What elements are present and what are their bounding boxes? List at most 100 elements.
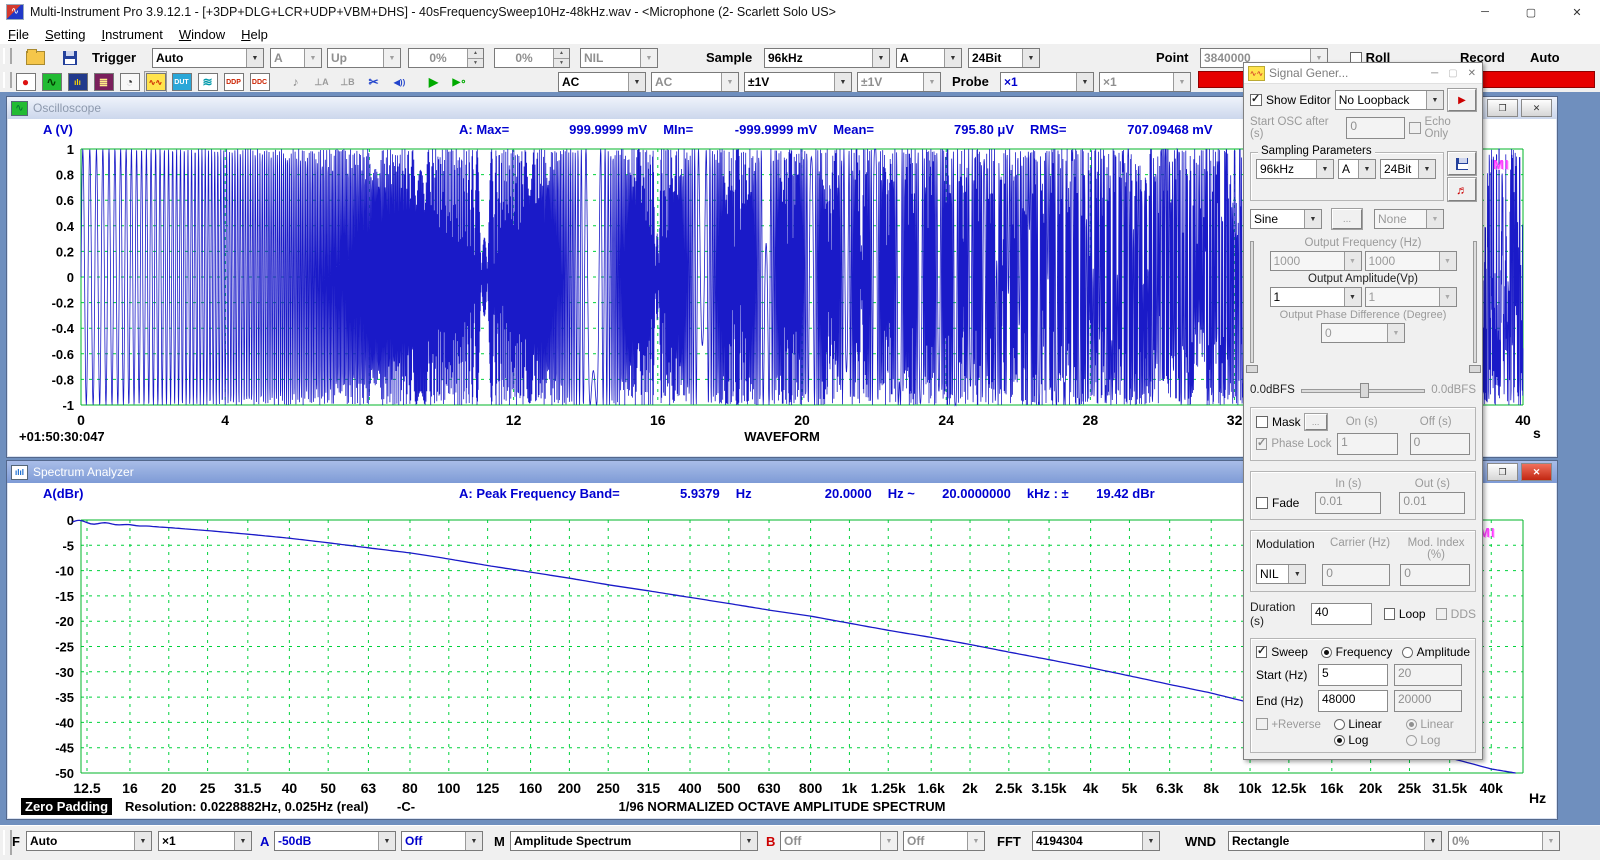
record-icon[interactable]: ● — [14, 71, 37, 93]
dds-checkbox[interactable] — [1436, 608, 1447, 620]
save-file-button[interactable] — [58, 47, 81, 69]
sound-settings-icon[interactable]: ✂ — [362, 71, 385, 93]
microphone-icon[interactable]: ♪ — [284, 71, 307, 93]
device-test-plan-icon[interactable]: DUT — [170, 71, 193, 93]
mask-on-input[interactable]: 1 — [1337, 433, 1397, 455]
a-range-select[interactable]: -50dB▼ — [274, 831, 396, 851]
b-ref-select[interactable]: Off▼ — [903, 831, 985, 851]
scale-linear-b-radio[interactable] — [1406, 719, 1417, 730]
window-fn-select[interactable]: Rectangle▼ — [1228, 831, 1442, 851]
menu-setting[interactable]: Setting — [37, 25, 93, 44]
fade-checkbox[interactable] — [1256, 497, 1268, 509]
sweep-start-a-input[interactable]: 5 — [1318, 664, 1388, 686]
freq-axis-select[interactable]: Auto▼ — [26, 831, 152, 851]
trigger-marker-b-icon[interactable]: ⊥B — [336, 71, 359, 93]
close-window-icon[interactable]: ✕ — [1521, 463, 1552, 481]
play-record-icon[interactable]: ▶∘ — [448, 71, 471, 93]
spectrum-analyzer-icon[interactable]: ılı — [66, 71, 89, 93]
phase-select[interactable]: 0▼ — [1321, 323, 1405, 343]
siggen-channel-select[interactable]: A▼ — [1338, 159, 1376, 179]
close-window-icon[interactable]: ✕ — [1521, 99, 1552, 117]
maximize-button[interactable]: ▢ — [1508, 0, 1554, 24]
amp-a-select[interactable]: 1▼ — [1270, 287, 1362, 307]
siggen-rate-select[interactable]: 96kHz▼ — [1256, 159, 1334, 179]
spin-down-icon[interactable]: ▼ — [467, 58, 483, 68]
modulation-select[interactable]: NIL▼ — [1256, 564, 1306, 584]
balance-slider[interactable] — [1299, 383, 1428, 397]
amplitude-slider-left[interactable] — [1246, 237, 1257, 379]
fade-in-input[interactable]: 0.01 — [1315, 492, 1381, 514]
sweep-start-b-input[interactable]: 20 — [1394, 664, 1462, 686]
waveform-more-button[interactable]: ... — [1332, 209, 1362, 229]
loopback-select[interactable]: No Loopback▼ — [1335, 90, 1444, 110]
sweep-amplitude-radio[interactable] — [1402, 647, 1412, 658]
freq-b-select[interactable]: 1000▼ — [1365, 251, 1457, 271]
spectrum-3d-icon[interactable]: ≋ — [196, 71, 219, 93]
mod-index-input[interactable]: 0 — [1400, 564, 1470, 586]
menu-help[interactable]: Help — [233, 25, 276, 44]
mask-more-button[interactable]: ... — [1305, 414, 1327, 430]
menu-window[interactable]: Window — [171, 25, 233, 44]
trigger-edge-select[interactable]: Up▼ — [327, 48, 401, 68]
duration-input[interactable]: 40 — [1311, 603, 1372, 625]
amp-b-select[interactable]: 1▼ — [1365, 287, 1457, 307]
ddp-viewer-icon[interactable]: DDP — [222, 71, 245, 93]
maximize-icon[interactable]: ▢ — [1448, 68, 1457, 79]
minimize-icon[interactable]: ─ — [1431, 68, 1438, 79]
ddc-viewer-icon[interactable]: DDC — [248, 71, 271, 93]
restore-window-icon[interactable]: ❒ — [1487, 99, 1518, 117]
mask-checkbox[interactable] — [1256, 416, 1268, 428]
b-range-select[interactable]: Off▼ — [780, 831, 898, 851]
toolbar-grip[interactable] — [3, 72, 12, 88]
carrier-input[interactable]: 0 — [1322, 564, 1390, 586]
multimeter-icon[interactable]: ◔ — [118, 71, 141, 93]
toolbar-grip[interactable] — [3, 48, 12, 64]
oscilloscope-icon[interactable]: ∿ — [40, 71, 63, 93]
scale-linear-a-radio[interactable] — [1334, 719, 1345, 730]
probe-a-select[interactable]: ×1▼ — [1000, 72, 1094, 92]
data-logger-icon[interactable]: ≣ — [92, 71, 115, 93]
menu-instrument[interactable]: Instrument — [93, 25, 170, 44]
coupling-a-select[interactable]: AC▼ — [558, 72, 646, 92]
siggen-save-button[interactable] — [1448, 152, 1476, 175]
start-osc-input[interactable]: 0 — [1346, 117, 1404, 139]
x-multiplier-select[interactable]: ×1▼ — [158, 831, 252, 851]
loop-checkbox[interactable] — [1384, 608, 1395, 620]
close-button[interactable]: ✕ — [1554, 0, 1600, 24]
show-editor-checkbox[interactable] — [1250, 94, 1262, 106]
phase-lock-checkbox[interactable] — [1256, 438, 1267, 450]
freq-a-select[interactable]: 1000▼ — [1270, 251, 1362, 271]
mode-select[interactable]: Amplitude Spectrum▼ — [510, 831, 758, 851]
range-a-select[interactable]: ±1V▼ — [744, 72, 852, 92]
sampling-channel-select[interactable]: A▼ — [896, 48, 962, 68]
overlap-select[interactable]: 0%▼ — [1448, 831, 1560, 851]
restore-window-icon[interactable]: ❒ — [1487, 463, 1518, 481]
close-icon[interactable]: ✕ — [1468, 68, 1476, 79]
spin-up-icon[interactable]: ▲ — [467, 49, 483, 58]
siggen-bits-select[interactable]: 24Bit▼ — [1380, 159, 1436, 179]
sweep-end-b-input[interactable]: 20000 — [1394, 690, 1462, 712]
play-icon[interactable]: ▶ — [422, 71, 445, 93]
range-b-select[interactable]: ±1V▼ — [857, 72, 941, 92]
probe-b-select[interactable]: ×1▼ — [1099, 72, 1191, 92]
trigger-hpf-select[interactable]: NIL▼ — [580, 48, 658, 68]
waveform-select[interactable]: Sine▼ — [1250, 209, 1322, 229]
menu-file[interactable]: File — [0, 25, 37, 44]
sweep-frequency-radio[interactable] — [1321, 647, 1331, 658]
signal-generator-icon[interactable]: ∿∿ — [144, 71, 167, 93]
secondary-waveform-select[interactable]: None▼ — [1374, 209, 1444, 229]
sweep-checkbox[interactable] — [1256, 646, 1267, 658]
scale-log-a-radio[interactable] — [1334, 735, 1345, 746]
trigger-delay-spinner[interactable]: 0%▲▼ — [494, 48, 570, 68]
spin-up-icon[interactable]: ▲ — [553, 49, 569, 58]
scale-log-b-radio[interactable] — [1406, 735, 1417, 746]
trigger-source-select[interactable]: A▼ — [270, 48, 322, 68]
fft-size-select[interactable]: 4194304▼ — [1032, 831, 1160, 851]
music-notes-button[interactable]: ♬ — [1448, 178, 1476, 201]
echo-only-checkbox[interactable] — [1409, 122, 1421, 134]
reverse-checkbox[interactable] — [1256, 718, 1268, 730]
mask-off-input[interactable]: 0 — [1410, 433, 1470, 455]
volume-icon[interactable]: ◀)) — [388, 71, 411, 93]
amplitude-slider-right[interactable] — [1469, 237, 1480, 379]
sampling-rate-select[interactable]: 96kHz▼ — [764, 48, 890, 68]
